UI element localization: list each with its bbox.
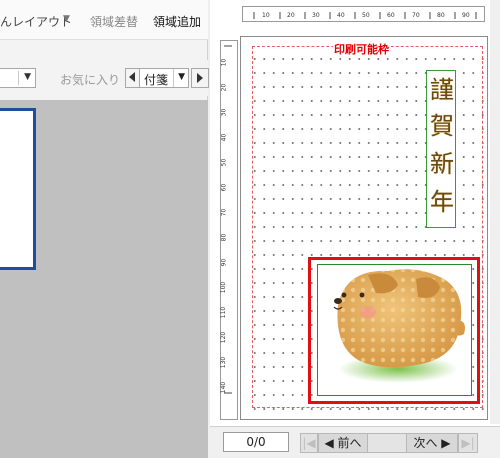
ruler-tick-label: 70: [220, 208, 228, 217]
greeting-text-box[interactable]: 謹 賀 新 年: [426, 70, 456, 228]
dropdown-arrow-icon: ▼: [178, 72, 185, 82]
ruler-tick-label: 70: [412, 12, 420, 19]
category-select[interactable]: 付箋 ▼: [125, 68, 189, 88]
nav-spacer: [368, 433, 406, 453]
vertical-ruler: 10 20 30 40 50 60 70 80 90 100 110 120 1…: [220, 40, 238, 420]
design-canvas[interactable]: [0, 100, 208, 458]
greeting-char: 新: [430, 150, 454, 178]
ruler-tick-label: 60: [387, 12, 395, 19]
ruler-tick-label: 100: [220, 281, 228, 294]
horizontal-ruler: 10 20 30 40 50 60 70 80 90: [242, 6, 485, 22]
ruler-tick-label: 20: [220, 83, 228, 92]
category-next-button[interactable]: [191, 68, 209, 88]
prev-page-button[interactable]: ◀ 前へ: [318, 433, 368, 453]
dog-icon: [333, 269, 465, 383]
view-select[interactable]: ▼: [0, 68, 36, 88]
greeting-char: 年: [430, 188, 454, 216]
category-prev-button[interactable]: [126, 69, 140, 87]
chevron-right-icon: [197, 73, 203, 83]
ruler-tick-label: 60: [220, 183, 228, 192]
chevron-left-icon: [129, 72, 135, 82]
toolbar-secondary: ▼ お気に入り 付箋 ▼: [0, 60, 209, 96]
ruler-tick-label: 80: [220, 233, 228, 242]
ruler-tick-label: 10: [262, 12, 270, 19]
ruler-tick-label: 50: [362, 12, 370, 19]
greeting-char: 賀: [430, 112, 454, 140]
category-value: 付箋: [144, 73, 169, 87]
next-page-button[interactable]: 次へ ▶: [406, 433, 458, 453]
ruler-tick-label: 90: [462, 12, 470, 19]
ruler-tick-label: 40: [220, 133, 228, 142]
first-page-button[interactable]: |◀: [300, 433, 318, 453]
dog-illustration[interactable]: [317, 264, 472, 396]
toolbar: んレイアウト ▼ 領域差替 領域追加: [0, 0, 208, 40]
ruler-tick-label: 120: [220, 331, 228, 344]
selected-card-thumbnail[interactable]: [0, 108, 36, 270]
last-page-button[interactable]: ▶|: [458, 433, 478, 453]
ruler-tick-label: 130: [220, 356, 228, 369]
region-swap-button[interactable]: 領域差替: [90, 13, 138, 30]
greeting-char: 謹: [430, 76, 454, 104]
preview-scrollbar[interactable]: [490, 0, 500, 424]
ruler-tick-label: 50: [220, 158, 228, 167]
ruler-tick-label: 30: [312, 12, 320, 19]
ruler-tick-label: 80: [437, 12, 445, 19]
ruler-tick-label: 110: [220, 306, 228, 319]
ruler-tick-label: 30: [220, 108, 228, 117]
layout-menu[interactable]: んレイアウト: [0, 13, 72, 30]
printable-area-label: 印刷可能枠: [333, 41, 390, 57]
favorites-label: お気に入り: [60, 73, 121, 87]
ruler-tick-label: 40: [337, 12, 345, 19]
dropdown-arrow-icon: ▼: [24, 72, 31, 82]
ruler-tick-label: 90: [220, 258, 228, 267]
ruler-tick-label: 20: [287, 12, 295, 19]
ruler-tick-label: 10: [220, 58, 228, 67]
region-add-button[interactable]: 領域追加: [153, 13, 201, 30]
page-counter: 0/0: [223, 432, 289, 452]
ruler-tick-label: 140: [220, 381, 228, 394]
layout-menu-arrow-icon[interactable]: ▼: [63, 14, 70, 24]
